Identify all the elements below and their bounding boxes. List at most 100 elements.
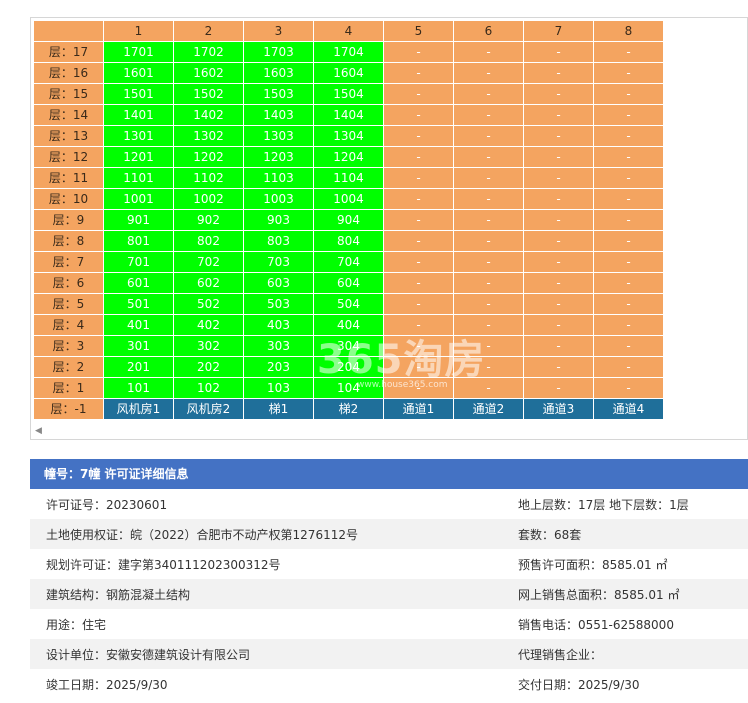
unit-cell[interactable]: 701 xyxy=(103,251,174,273)
basement-cell[interactable]: 通道1 xyxy=(383,398,454,420)
unit-cell[interactable]: 603 xyxy=(243,272,314,294)
unit-cell[interactable]: 101 xyxy=(103,377,174,399)
unit-cell[interactable]: 801 xyxy=(103,230,174,252)
left-arrow-icon[interactable]: ◀ xyxy=(35,426,42,436)
unit-cell[interactable]: 1201 xyxy=(103,146,174,168)
unit-cell[interactable]: 803 xyxy=(243,230,314,252)
unit-cell[interactable]: 1703 xyxy=(243,41,314,63)
empty-unit-cell: - xyxy=(453,104,524,126)
permit-field-left: 用途：住宅 xyxy=(46,617,107,632)
unit-cell[interactable]: 1301 xyxy=(103,125,174,147)
unit-cell[interactable]: 104 xyxy=(313,377,384,399)
unit-cell[interactable]: 1704 xyxy=(313,41,384,63)
unit-cell[interactable]: 1401 xyxy=(103,104,174,126)
unit-cell[interactable]: 1504 xyxy=(313,83,384,105)
unit-cell[interactable]: 1202 xyxy=(173,146,244,168)
unit-cell[interactable]: 504 xyxy=(313,293,384,315)
unit-cell[interactable]: 1701 xyxy=(103,41,174,63)
permit-field-right: 交付日期：2025/9/30 xyxy=(518,677,640,692)
unit-cell[interactable]: 102 xyxy=(173,377,244,399)
unit-cell[interactable]: 1302 xyxy=(173,125,244,147)
empty-unit-cell: - xyxy=(383,83,454,105)
unit-cell[interactable]: 103 xyxy=(243,377,314,399)
unit-cell[interactable]: 304 xyxy=(313,335,384,357)
basement-cell[interactable]: 风机房1 xyxy=(103,398,174,420)
unit-cell[interactable]: 401 xyxy=(103,314,174,336)
unit-cell[interactable]: 901 xyxy=(103,209,174,231)
empty-unit-cell: - xyxy=(523,377,594,399)
unit-cell[interactable]: 1303 xyxy=(243,125,314,147)
basement-cell[interactable]: 通道3 xyxy=(523,398,594,420)
unit-cell[interactable]: 1604 xyxy=(313,62,384,84)
unit-cell[interactable]: 1501 xyxy=(103,83,174,105)
unit-cell[interactable]: 303 xyxy=(243,335,314,357)
empty-unit-cell: - xyxy=(523,293,594,315)
unit-cell[interactable]: 703 xyxy=(243,251,314,273)
unit-cell[interactable]: 602 xyxy=(173,272,244,294)
unit-cell[interactable]: 1304 xyxy=(313,125,384,147)
unit-cell[interactable]: 402 xyxy=(173,314,244,336)
empty-unit-cell: - xyxy=(453,62,524,84)
floor-label: 层：5 xyxy=(33,293,104,315)
permit-field-left: 设计单位：安徽安德建筑设计有限公司 xyxy=(46,647,251,662)
unit-cell[interactable]: 601 xyxy=(103,272,174,294)
floor-row: 层：12 1201 1202 1203 1204- - - - xyxy=(33,146,664,168)
unit-cell[interactable]: 1204 xyxy=(313,146,384,168)
column-header: 5 xyxy=(383,20,454,42)
unit-cell[interactable]: 1003 xyxy=(243,188,314,210)
unit-cell[interactable]: 404 xyxy=(313,314,384,336)
unit-cell[interactable]: 904 xyxy=(313,209,384,231)
unit-cell[interactable]: 1001 xyxy=(103,188,174,210)
unit-cell[interactable]: 903 xyxy=(243,209,314,231)
unit-cell[interactable]: 604 xyxy=(313,272,384,294)
unit-cell[interactable]: 501 xyxy=(103,293,174,315)
unit-cell[interactable]: 204 xyxy=(313,356,384,378)
unit-cell[interactable]: 1702 xyxy=(173,41,244,63)
unit-cell[interactable]: 201 xyxy=(103,356,174,378)
unit-cell[interactable]: 502 xyxy=(173,293,244,315)
empty-unit-cell: - xyxy=(523,251,594,273)
unit-cell[interactable]: 302 xyxy=(173,335,244,357)
floor-row: 层：1 101 102 103 104- - - - xyxy=(33,377,664,399)
empty-unit-cell: - xyxy=(453,188,524,210)
basement-cell[interactable]: 通道4 xyxy=(593,398,664,420)
floor-row: 层：3 301 302 303 304- - - - xyxy=(33,335,664,357)
column-header: 8 xyxy=(593,20,664,42)
unit-cell[interactable]: 1203 xyxy=(243,146,314,168)
unit-cell[interactable]: 1404 xyxy=(313,104,384,126)
basement-cell[interactable]: 梯2 xyxy=(313,398,384,420)
basement-cell[interactable]: 梯1 xyxy=(243,398,314,420)
unit-cell[interactable]: 1602 xyxy=(173,62,244,84)
empty-unit-cell: - xyxy=(453,41,524,63)
unit-cell[interactable]: 1503 xyxy=(243,83,314,105)
horizontal-scrollbar[interactable]: ◀ xyxy=(31,423,747,439)
unit-cell[interactable]: 1104 xyxy=(313,167,384,189)
unit-cell[interactable]: 1601 xyxy=(103,62,174,84)
unit-cell[interactable]: 503 xyxy=(243,293,314,315)
permit-info-row: 规划许可证：建字第340111202300312号 预售许可面积：8585.01 … xyxy=(30,549,748,579)
unit-cell[interactable]: 1403 xyxy=(243,104,314,126)
unit-cell[interactable]: 1402 xyxy=(173,104,244,126)
unit-cell[interactable]: 1004 xyxy=(313,188,384,210)
unit-cell[interactable]: 301 xyxy=(103,335,174,357)
unit-cell[interactable]: 1502 xyxy=(173,83,244,105)
unit-cell[interactable]: 1002 xyxy=(173,188,244,210)
permit-field-left: 许可证号：20230601 xyxy=(46,497,168,512)
basement-cell[interactable]: 风机房2 xyxy=(173,398,244,420)
basement-cell[interactable]: 通道2 xyxy=(453,398,524,420)
unit-cell[interactable]: 704 xyxy=(313,251,384,273)
floor-label: 层：16 xyxy=(33,62,104,84)
unit-cell[interactable]: 902 xyxy=(173,209,244,231)
empty-unit-cell: - xyxy=(453,83,524,105)
unit-cell[interactable]: 202 xyxy=(173,356,244,378)
unit-cell[interactable]: 403 xyxy=(243,314,314,336)
unit-cell[interactable]: 1103 xyxy=(243,167,314,189)
unit-cell[interactable]: 804 xyxy=(313,230,384,252)
unit-cell[interactable]: 1101 xyxy=(103,167,174,189)
unit-cell[interactable]: 203 xyxy=(243,356,314,378)
unit-cell[interactable]: 1102 xyxy=(173,167,244,189)
unit-cell[interactable]: 1603 xyxy=(243,62,314,84)
unit-cell[interactable]: 702 xyxy=(173,251,244,273)
unit-cell[interactable]: 802 xyxy=(173,230,244,252)
floor-label: 层：14 xyxy=(33,104,104,126)
